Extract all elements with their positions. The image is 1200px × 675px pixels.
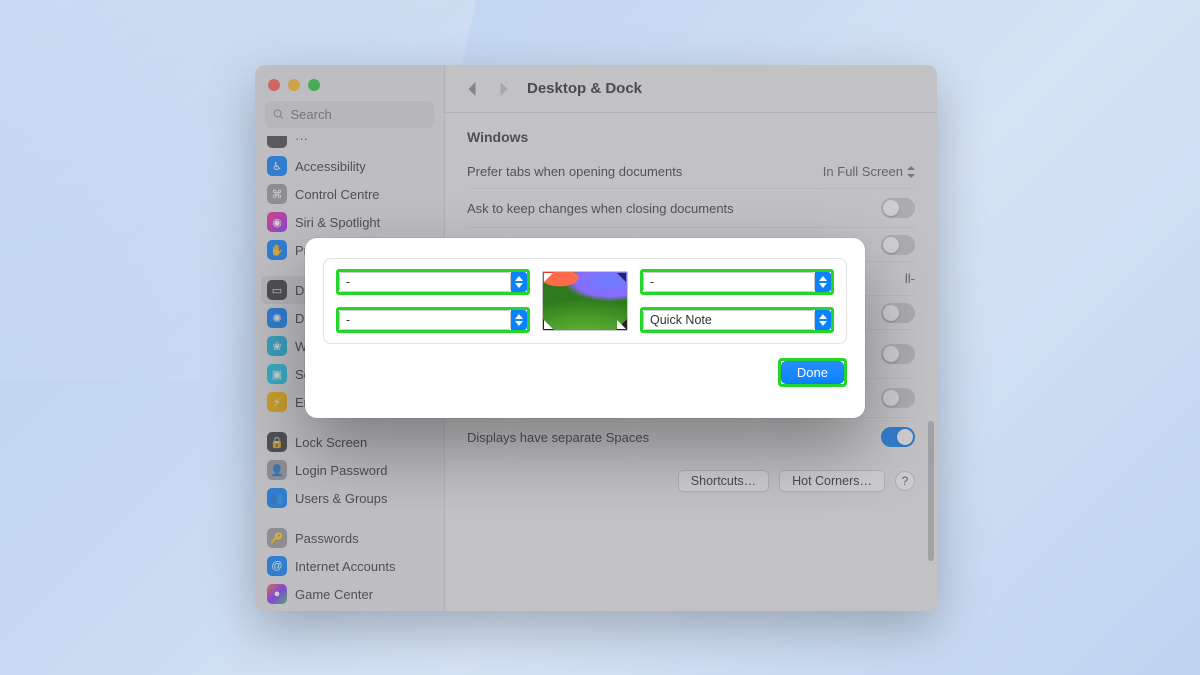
chevron-updown-icon <box>815 272 831 292</box>
done-button-highlight: Done <box>778 358 847 387</box>
corner-top-right-value: - <box>650 275 654 289</box>
corner-bottom-right-value: Quick Note <box>650 313 712 327</box>
done-button[interactable]: Done <box>781 361 844 384</box>
desktop-thumbnail <box>542 271 628 331</box>
corner-bottom-right-select[interactable]: Quick Note <box>640 307 834 333</box>
corner-bottom-left-select[interactable]: - <box>336 307 530 333</box>
corner-top-left-value: - <box>346 275 350 289</box>
chevron-updown-icon <box>815 310 831 330</box>
corner-top-left-select[interactable]: - <box>336 269 530 295</box>
corner-top-right-select[interactable]: - <box>640 269 834 295</box>
chevron-updown-icon <box>511 272 527 292</box>
corner-bottom-left-value: - <box>346 313 350 327</box>
hot-corners-grid: - - - Quick Note <box>323 258 847 344</box>
chevron-updown-icon <box>511 310 527 330</box>
hot-corners-sheet: - - - Quick Note <box>305 238 865 418</box>
